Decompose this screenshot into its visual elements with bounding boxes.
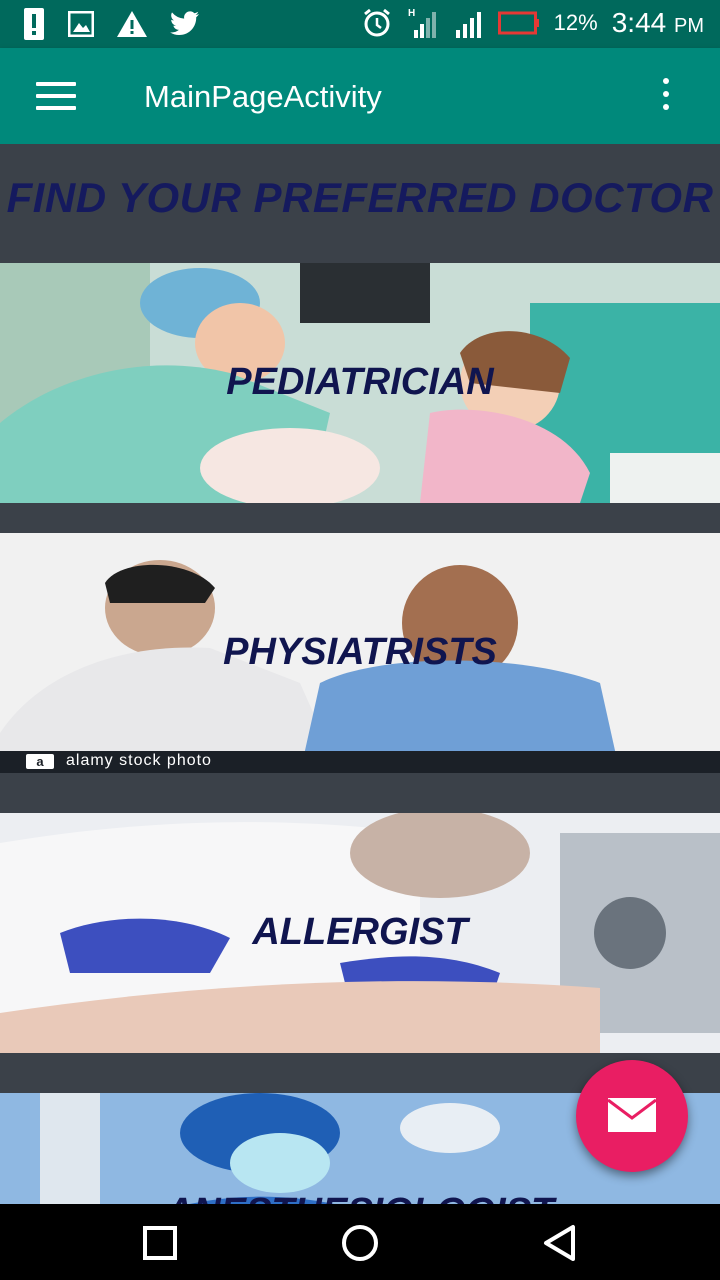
app-bar-title: MainPageActivity — [144, 79, 382, 114]
twitter-icon — [170, 11, 199, 36]
alarm-icon — [363, 8, 390, 37]
image-icon — [68, 11, 94, 37]
mail-fab-button[interactable] — [576, 1060, 688, 1172]
signal-icon — [455, 12, 481, 38]
page-heading: FIND YOUR PREFERRED DOCTOR — [6, 174, 714, 221]
home-icon[interactable] — [339, 1222, 381, 1264]
alamy-logo: a — [26, 754, 54, 769]
clock-ampm: PM — [674, 15, 704, 37]
card-physiatrists[interactable]: PHYSIATRISTS a alamy stock photo — [0, 533, 720, 773]
back-icon[interactable] — [539, 1222, 581, 1264]
battery-percent: 12% — [553, 10, 598, 35]
status-bar: H 12% 3:44 PM — [0, 0, 720, 48]
card-allergist[interactable]: ALLERGIST — [0, 813, 720, 1053]
watermark-text: alamy stock photo — [66, 752, 212, 769]
clock-time: 3:44 — [611, 7, 667, 38]
card-label: ANESTHESIOLOGIST — [0, 1191, 720, 1204]
clock: 3:44 PM — [612, 7, 704, 39]
warning-icon — [117, 11, 147, 37]
svg-text:H: H — [408, 8, 415, 19]
card-label: PHYSIATRISTS — [223, 631, 497, 673]
watermark-bar: a alamy stock photo — [0, 751, 720, 773]
h-signal-icon: H — [408, 8, 436, 38]
card-label: ALLERGIST — [252, 911, 468, 953]
main-content[interactable]: FIND YOUR PREFERRED DOCTOR PEDIATRICIAN — [0, 144, 720, 1204]
card-label: PEDIATRICIAN — [226, 361, 494, 403]
alert-icon — [24, 8, 44, 40]
mail-icon — [607, 1098, 657, 1132]
recent-apps-icon[interactable] — [139, 1222, 181, 1264]
app-bar: MainPageActivity — [0, 48, 720, 144]
card-pediatrician[interactable]: PEDIATRICIAN — [0, 263, 720, 503]
more-vert-icon[interactable] — [656, 78, 676, 118]
navigation-bar — [0, 1204, 720, 1280]
battery-icon — [497, 11, 539, 35]
hamburger-menu-icon[interactable] — [36, 82, 76, 110]
